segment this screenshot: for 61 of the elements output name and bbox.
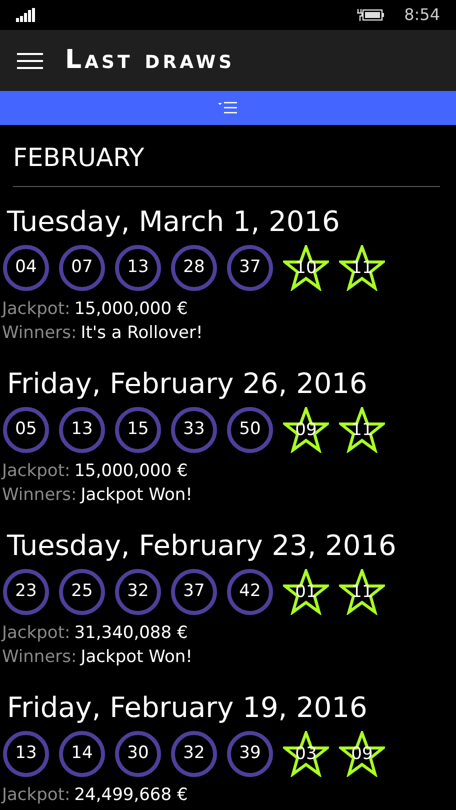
draw-date: Friday, February 19, 2016 [6, 691, 368, 725]
ball-number: 28 [171, 245, 217, 291]
jackpot-label: Jackpot: [2, 298, 70, 321]
star-number: 11 [351, 260, 373, 276]
star-number: 09 [295, 422, 317, 438]
draw-date: Tuesday, February 23, 2016 [6, 529, 398, 563]
star-icon [339, 245, 385, 291]
star-icon [339, 731, 385, 777]
ball-number: 05 [3, 407, 49, 453]
ball-number: 13 [115, 245, 161, 291]
menu-icon[interactable] [17, 52, 43, 68]
jackpot-label: Jackpot: [2, 460, 70, 483]
jackpot-value: 31,340,088 € [74, 622, 188, 645]
jackpot-value: 15,000,000 € [74, 298, 188, 321]
star-number: 11 [351, 584, 373, 600]
ball-number: 33 [171, 407, 217, 453]
filter-list-icon [218, 102, 238, 114]
ball-number: 32 [171, 731, 217, 777]
ball-number: 14 [59, 731, 105, 777]
star-icon [339, 407, 385, 453]
star-icon [283, 407, 329, 453]
star-icon [283, 569, 329, 615]
star-icon [283, 731, 329, 777]
star-number: 01 [295, 584, 317, 600]
jackpot-label: Jackpot: [2, 784, 70, 807]
star-number: 09 [351, 746, 373, 762]
signal-icon [16, 8, 36, 22]
jackpot-label: Jackpot: [2, 622, 70, 645]
star-number: 10 [295, 260, 317, 276]
ball-number: 23 [3, 569, 49, 615]
jackpot-value: 24,499,668 € [74, 784, 188, 807]
ball-number: 04 [3, 245, 49, 291]
page-title: Last draws [65, 44, 235, 77]
month-heading: FEBRUARY [13, 142, 146, 174]
ball-number: 15 [115, 407, 161, 453]
ball-number: 50 [227, 407, 273, 453]
ball-number: 37 [227, 245, 273, 291]
ball-number: 42 [227, 569, 273, 615]
ball-number: 30 [115, 731, 161, 777]
winners-value: Jackpot Won! [80, 484, 192, 507]
star-icon [339, 569, 385, 615]
star-icon [283, 245, 329, 291]
battery-icon [356, 8, 386, 22]
ball-number: 37 [171, 569, 217, 615]
star-number: 11 [351, 422, 373, 438]
winners-label: Winners: [2, 484, 77, 507]
winners-label: Winners: [2, 646, 77, 669]
star-number: 03 [295, 746, 317, 762]
winners-value: Jackpot Won! [80, 646, 192, 669]
ball-number: 25 [59, 569, 105, 615]
ball-number: 39 [227, 731, 273, 777]
winners-value: It's a Rollover! [80, 322, 203, 345]
ball-number: 13 [3, 731, 49, 777]
ball-number: 13 [59, 407, 105, 453]
draw-date: Tuesday, March 1, 2016 [6, 205, 341, 239]
ball-number: 07 [59, 245, 105, 291]
winners-label: Winners: [2, 322, 77, 345]
clock-time: 8:54 [404, 4, 440, 26]
ball-number: 32 [115, 569, 161, 615]
draw-date: Friday, February 26, 2016 [6, 367, 368, 401]
jackpot-value: 15,000,000 € [74, 460, 188, 483]
